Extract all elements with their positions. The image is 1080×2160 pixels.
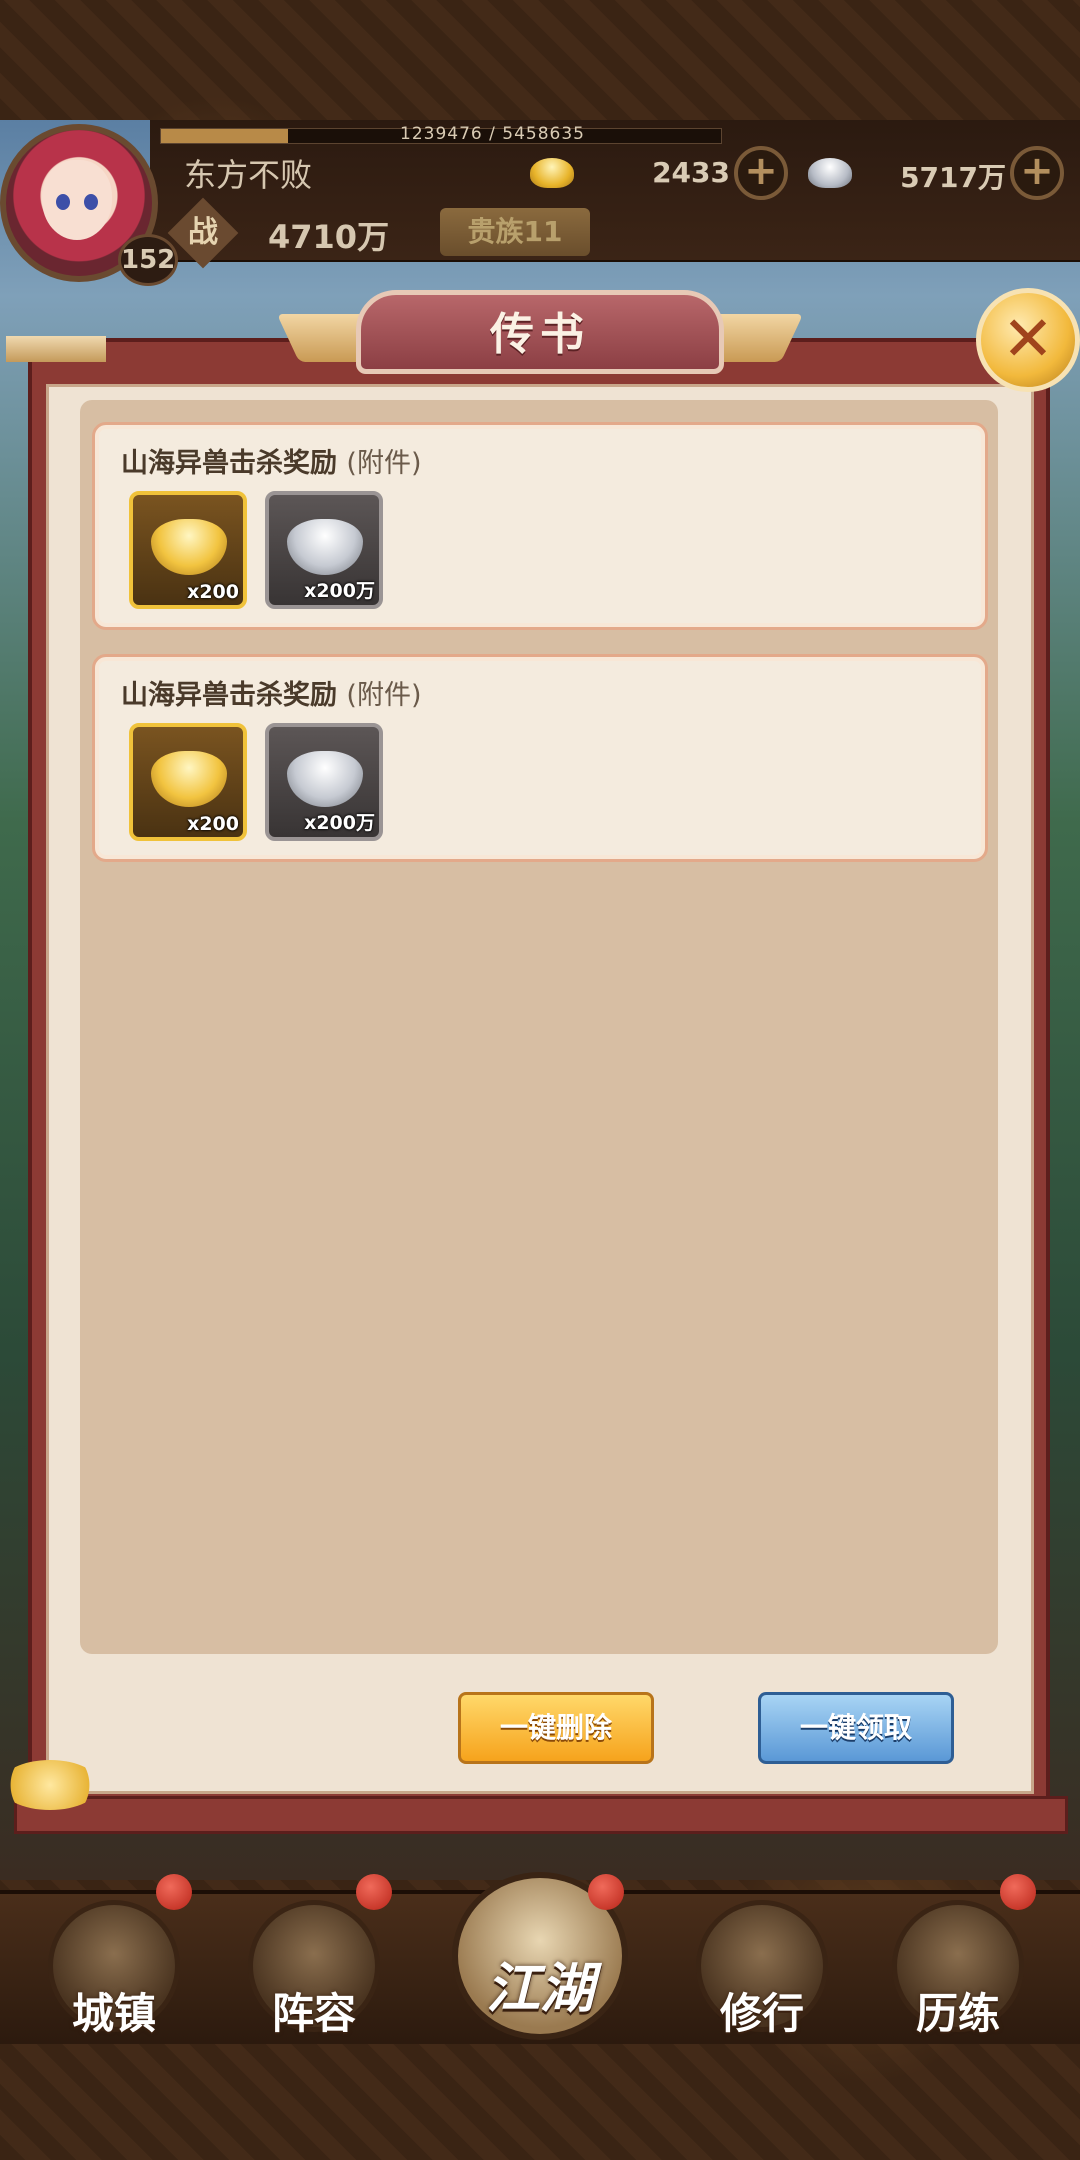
nav-lineup-label: 阵容 [271, 1989, 356, 2038]
noble-badge[interactable]: 贵族11 [440, 208, 590, 256]
add-silver-button[interactable]: + [1010, 146, 1064, 200]
power-glyph: 战 [188, 215, 218, 250]
avatar-face [42, 160, 112, 240]
mail-title: 山海异兽击杀奖励 (附件) [121, 441, 421, 480]
reward-slot-gold[interactable]: x200 [129, 723, 247, 841]
delete-all-button[interactable]: 一键删除 [458, 1692, 654, 1764]
dialog-bottom-edge [14, 1796, 1068, 1834]
reward-count: x200 [187, 813, 239, 835]
nav-jianghu-label: 江湖 [486, 1957, 594, 2020]
corner-ornament [6, 336, 106, 362]
claim-all-button[interactable]: 一键领取 [758, 1692, 954, 1764]
silver-ingot-icon [808, 158, 852, 188]
gold-value: 2433 [652, 156, 730, 189]
gold-ingot-icon [530, 158, 574, 188]
mail-attachment-tag: (附件) [346, 680, 422, 711]
notification-dot [356, 1874, 392, 1910]
mail-item[interactable]: 山海异兽击杀奖励 (附件) x200 x200万 [92, 654, 988, 862]
nav-training-label: 历练 [915, 1989, 1000, 2038]
gold-ingot-icon [151, 751, 227, 807]
add-gold-button[interactable]: + [734, 146, 788, 200]
mail-item[interactable]: 山海异兽击杀奖励 (附件) x200 x200万 [92, 422, 988, 630]
notification-dot [1000, 1874, 1036, 1910]
mail-title: 山海异兽击杀奖励 (附件) [121, 673, 421, 712]
reward-count: x200万 [304, 580, 375, 602]
level-badge: 152 [118, 234, 178, 286]
exp-text: 1239476 / 5458635 [400, 124, 585, 144]
reward-slot-gold[interactable]: x200 [129, 491, 247, 609]
reward-count: x200 [187, 581, 239, 603]
reward-slot-silver[interactable]: x200万 [265, 491, 383, 609]
mail-subject: 山海异兽击杀奖励 [121, 680, 337, 711]
avatar-eye [56, 194, 70, 210]
cloud-ornament [0, 1760, 100, 1810]
silver-value: 5717万 [900, 161, 1006, 194]
silver-ingot-icon [287, 751, 363, 807]
player-name: 东方不败 [184, 156, 313, 194]
power-value: 4710万 [268, 218, 390, 256]
reward-count: x200万 [304, 812, 375, 834]
exp-bar-fill [161, 129, 289, 143]
notification-dot [588, 1874, 624, 1910]
mail-subject: 山海异兽击杀奖励 [121, 448, 337, 479]
notification-dot [156, 1874, 192, 1910]
nav-cultivation-label: 修行 [719, 1989, 804, 2038]
dialog-title: 传书 [490, 309, 590, 360]
nav-town-label: 城镇 [71, 1989, 156, 2038]
reward-slot-silver[interactable]: x200万 [265, 723, 383, 841]
gold-ingot-icon [151, 519, 227, 575]
avatar-eye [84, 194, 98, 210]
silver-ingot-icon [287, 519, 363, 575]
mail-attachment-tag: (附件) [346, 448, 422, 479]
close-button[interactable]: ✕ [976, 288, 1080, 392]
